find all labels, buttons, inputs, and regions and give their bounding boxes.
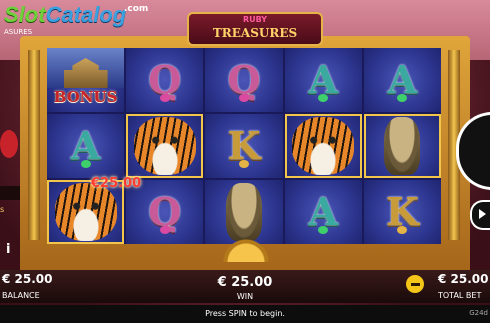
gem-icon	[159, 94, 170, 102]
status-text: Press SPIN to begin.	[205, 309, 285, 318]
balance-value: € 25.00	[2, 272, 53, 286]
decrease-bet-button[interactable]	[406, 275, 424, 293]
total-bet-value: € 25.00	[438, 272, 489, 286]
balance-label: BALANCE	[2, 291, 40, 300]
title-top: RUBY	[242, 15, 268, 24]
corner-tag: G24d	[469, 309, 488, 317]
left-side-panel	[0, 186, 22, 200]
reel-cell: K	[363, 180, 441, 244]
logo-word: Catalog	[45, 2, 127, 27]
tiger-icon	[292, 117, 355, 175]
tiger-icon	[133, 117, 196, 175]
game-subtitle: ASURES	[4, 28, 33, 36]
title-main: TREASURES	[212, 26, 298, 40]
left-pillar	[28, 50, 40, 240]
reel-cell: BONUS	[47, 48, 125, 112]
tiger-icon	[54, 183, 117, 241]
gem-icon	[80, 160, 91, 168]
reel-cell: A	[363, 48, 441, 112]
gem-icon	[159, 226, 170, 234]
cobra-icon	[225, 183, 262, 241]
reel-cell	[126, 114, 204, 178]
reel-cell	[284, 114, 362, 178]
logo-suffix: .com	[124, 4, 149, 14]
minus-icon	[410, 282, 420, 286]
reel-cell: K	[205, 114, 283, 178]
cobra-icon	[384, 117, 421, 175]
win-value: € 25.00	[217, 275, 273, 290]
lotus-ornament	[220, 236, 272, 262]
reel-cell: Q	[205, 48, 283, 112]
autoplay-button[interactable]	[470, 200, 490, 230]
left-ornament	[0, 130, 18, 158]
gem-icon	[238, 160, 249, 168]
game-stage: s BONUS Q Q A A A K Q A K €25.00 SlotCatalog .com…	[0, 0, 490, 323]
total-bet-label: TOTAL BET	[438, 291, 482, 300]
reel-cell: A	[47, 114, 125, 178]
win-label: WIN	[236, 292, 254, 301]
reel-cell: A	[284, 48, 362, 112]
reel-grid: BONUS Q Q A A A K Q A K	[47, 48, 441, 244]
gem-icon	[238, 94, 249, 102]
logo-prefix: Slot	[4, 2, 46, 27]
info-icon[interactable]: i	[6, 242, 10, 257]
reel-cell: Q	[126, 48, 204, 112]
reel-cell	[205, 180, 283, 244]
bonus-label: BONUS	[53, 88, 118, 106]
win-amount-overlay: €25.00	[91, 176, 142, 191]
reel-cell: A	[284, 180, 362, 244]
left-side-text: s	[0, 205, 5, 214]
reel-cell	[363, 114, 441, 178]
watermark-logo: SlotCatalog .com	[4, 2, 148, 28]
game-title: RUBY TREASURES	[187, 12, 323, 46]
